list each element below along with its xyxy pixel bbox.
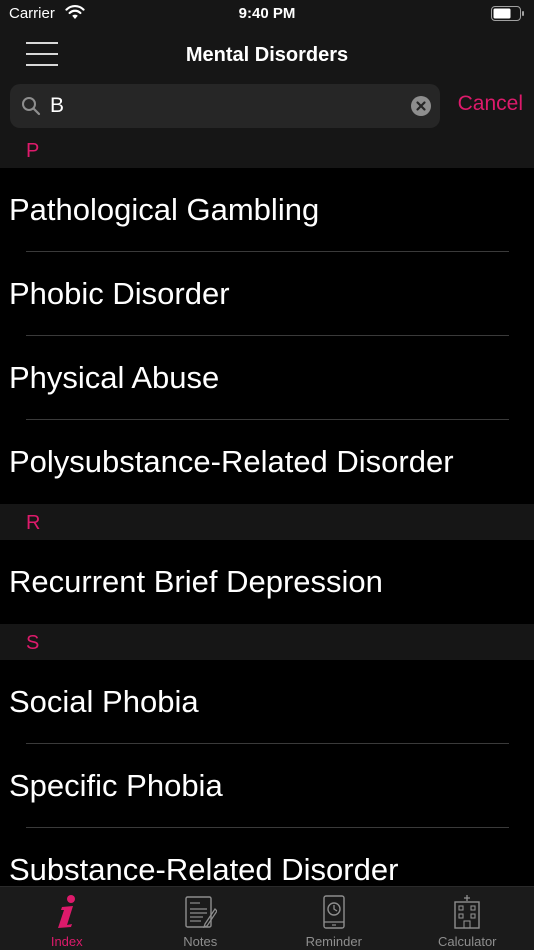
- list-item[interactable]: Pathological Gambling: [0, 168, 534, 252]
- section-header-r: R: [0, 504, 534, 540]
- calculator-icon: [454, 895, 480, 929]
- tab-notes-label: Notes: [183, 934, 218, 949]
- tab-index-label: Index: [50, 934, 83, 949]
- info-icon: [57, 895, 75, 928]
- list-item-label: Pathological Gambling: [9, 192, 320, 227]
- list-item-label: Substance-Related Disorder: [9, 852, 399, 886]
- list-item-label: Phobic Disorder: [9, 276, 230, 311]
- notes-icon: [185, 896, 218, 929]
- list-item[interactable]: Substance-Related Disorder: [0, 828, 534, 886]
- list-item-label: Polysubstance-Related Disorder: [9, 444, 454, 479]
- app-screen: Carrier 9:40 PM Mental Disorders B Cance…: [0, 0, 534, 950]
- list-item[interactable]: Polysubstance-Related Disorder: [0, 420, 534, 504]
- list-item-label: Recurrent Brief Depression: [9, 564, 383, 599]
- navigation-bar: Mental Disorders: [0, 30, 534, 82]
- search-input[interactable]: [50, 90, 400, 122]
- list-item[interactable]: Physical Abuse: [0, 336, 534, 420]
- list-item-label: Social Phobia: [9, 684, 199, 719]
- search-field-container[interactable]: [10, 84, 440, 128]
- section-header-p: P: [0, 132, 534, 168]
- clear-search-icon[interactable]: [411, 96, 431, 116]
- battery-icon: [491, 6, 524, 21]
- tab-reminder[interactable]: Reminder: [267, 887, 401, 950]
- list-item[interactable]: Specific Phobia: [0, 744, 534, 828]
- tab-index[interactable]: Index: [0, 887, 134, 950]
- tab-calculator-label: Calculator: [437, 934, 497, 949]
- list-item-label: Physical Abuse: [9, 360, 220, 395]
- list-item[interactable]: Phobic Disorder: [0, 252, 534, 336]
- list-item-label: Specific Phobia: [9, 768, 223, 803]
- tab-reminder-label: Reminder: [305, 934, 362, 949]
- status-bar: Carrier 9:40 PM: [0, 0, 534, 30]
- page-title: Mental Disorders: [185, 44, 349, 66]
- list-item[interactable]: Social Phobia: [0, 660, 534, 744]
- tab-bar: Index Notes Reminder Calculator: [0, 886, 534, 950]
- cancel-button[interactable]: Cancel: [458, 92, 523, 116]
- reminder-icon: [323, 895, 345, 929]
- clock: 9:40 PM: [238, 5, 296, 22]
- section-header-s: S: [0, 624, 534, 660]
- search-icon: [22, 97, 41, 116]
- disorder-list: P Pathological Gambling Phobic Disorder …: [0, 132, 534, 886]
- tab-notes[interactable]: Notes: [134, 887, 268, 950]
- search-bar: Cancel: [0, 82, 534, 132]
- tab-calculator[interactable]: Calculator: [401, 887, 534, 950]
- list-item[interactable]: Recurrent Brief Depression: [0, 540, 534, 624]
